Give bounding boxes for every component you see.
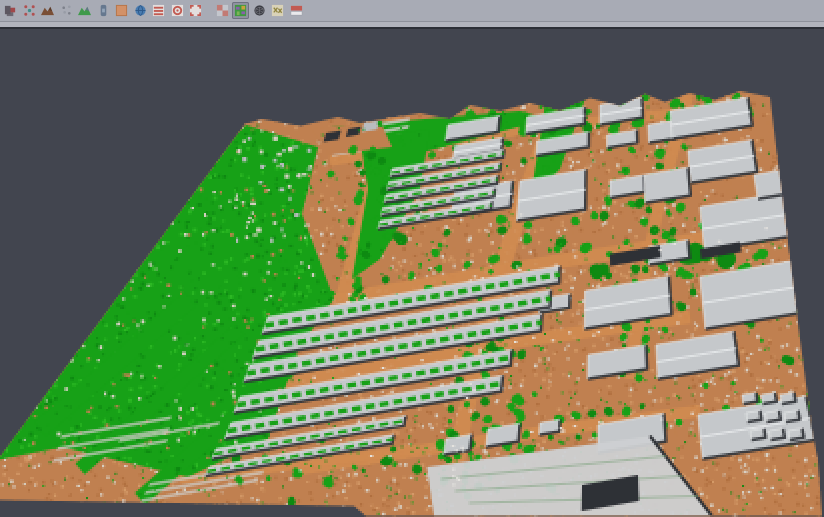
render-checker-icon[interactable]	[214, 2, 231, 19]
align-points-icon[interactable]	[21, 2, 38, 19]
open-project-icon[interactable]	[2, 2, 19, 19]
toolbar	[0, 0, 824, 21]
discard-marks-icon[interactable]	[269, 2, 286, 19]
terrain-brown-icon[interactable]	[39, 2, 56, 19]
settings-ring-icon[interactable]	[169, 2, 186, 19]
selection-bounds-icon[interactable]	[187, 2, 204, 19]
viewport-3d[interactable]	[0, 29, 824, 517]
point-set-icon[interactable]	[58, 2, 75, 19]
list-rows-icon[interactable]	[150, 2, 167, 19]
point-cloud-render	[0, 29, 824, 517]
globe-icon[interactable]	[132, 2, 149, 19]
side-panel-icon[interactable]	[95, 2, 112, 19]
texture-square-icon[interactable]	[113, 2, 130, 19]
terrain-green-icon[interactable]	[76, 2, 93, 19]
faceted-sphere-icon[interactable]	[251, 2, 268, 19]
layers-flag-icon[interactable]	[288, 2, 305, 19]
classification-view-icon[interactable]	[232, 2, 249, 19]
application-window	[0, 0, 824, 517]
